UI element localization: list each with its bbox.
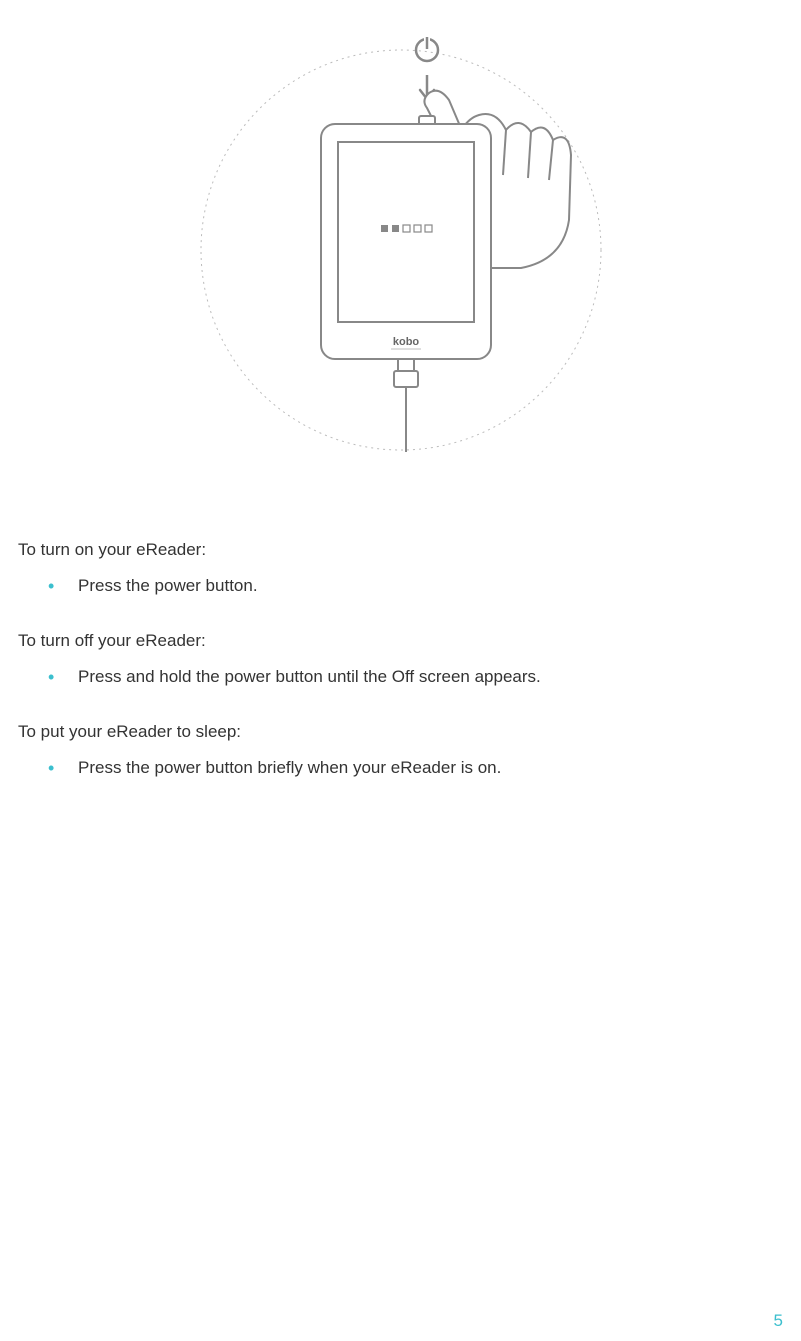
illustration-container: kobo: [0, 0, 801, 540]
page-number: 5: [774, 1311, 783, 1331]
bullets-turn-on: Press the power button.: [18, 572, 761, 599]
heading-turn-on: To turn on your eReader:: [18, 540, 761, 560]
bullet-item: Press the power button briefly when your…: [48, 754, 761, 781]
bullets-turn-off: Press and hold the power button until th…: [18, 663, 761, 690]
usb-cable: [394, 359, 418, 452]
heading-sleep: To put your eReader to sleep:: [18, 722, 761, 742]
power-icon: [416, 37, 438, 61]
heading-turn-off: To turn off your eReader:: [18, 631, 761, 651]
section-turn-off: To turn off your eReader: Press and hold…: [18, 631, 761, 690]
bullets-sleep: Press the power button briefly when your…: [18, 754, 761, 781]
section-sleep: To put your eReader to sleep: Press the …: [18, 722, 761, 781]
instructions-content: To turn on your eReader: Press the power…: [0, 540, 801, 782]
section-turn-on: To turn on your eReader: Press the power…: [18, 540, 761, 599]
ereader-power-illustration: kobo: [191, 0, 611, 500]
brand-label: kobo: [392, 336, 419, 348]
ereader-device: kobo: [321, 116, 491, 359]
bullet-item: Press the power button.: [48, 572, 761, 599]
bullet-item: Press and hold the power button until th…: [48, 663, 761, 690]
